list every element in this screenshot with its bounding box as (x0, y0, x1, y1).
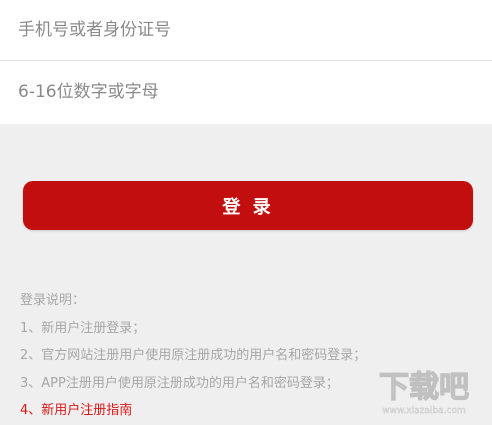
login-button[interactable]: 登 录 (23, 181, 473, 230)
login-form (0, 0, 492, 124)
password-field-row (0, 62, 492, 122)
username-field-row (0, 0, 492, 61)
notes-item-1: 1、新用户注册登录； (20, 320, 146, 336)
login-notes: 登录说明： 1、新用户注册登录； 2、官方网站注册用户使用原注册成功的用户名和密… (20, 287, 480, 425)
password-input[interactable] (18, 78, 478, 106)
notes-item-2: 2、官方网站注册用户使用原注册成功的用户名和密码登录； (20, 348, 367, 363)
divider (0, 60, 492, 61)
register-guide-link[interactable]: 4、新用户注册指南 (20, 397, 480, 425)
notes-item-3: 3、APP注册用户使用原注册成功的用户名和密码登录； (20, 375, 339, 391)
notes-title: 登录说明： (20, 293, 86, 308)
username-input[interactable] (18, 16, 478, 44)
